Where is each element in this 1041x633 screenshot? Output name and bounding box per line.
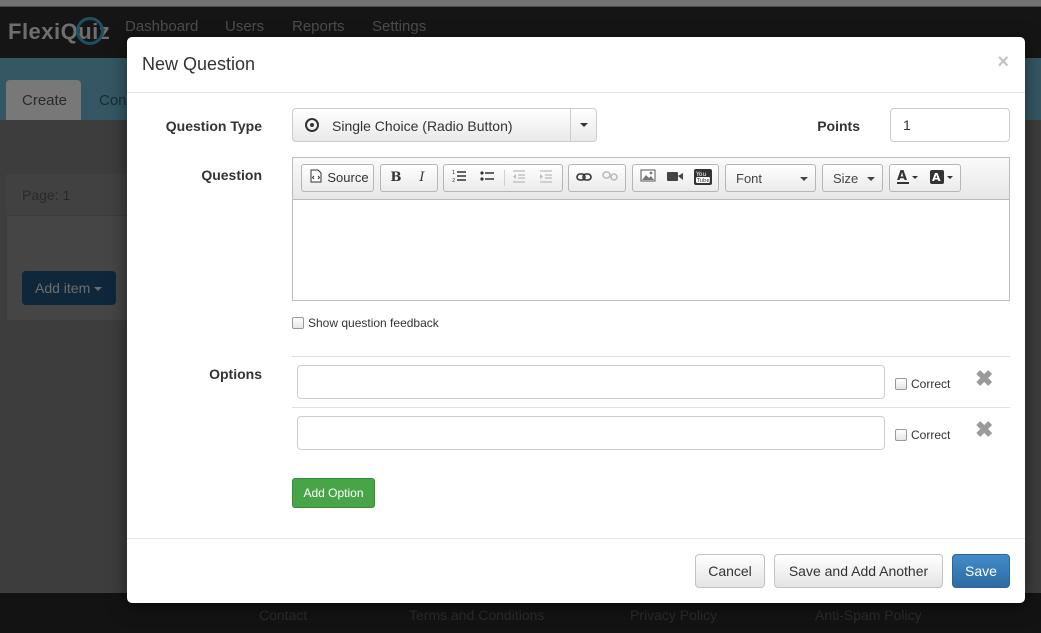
close-icon[interactable]: ×: [997, 51, 1009, 74]
correct-option-2[interactable]: Correct: [895, 428, 950, 442]
rich-text-editor: Source B I 12 You Tube Font Size A A: [292, 157, 1010, 301]
question-text-area[interactable]: [293, 200, 1009, 300]
image-icon[interactable]: [639, 169, 657, 187]
correct-checkbox[interactable]: [895, 429, 907, 441]
correct-option-1[interactable]: Correct: [895, 377, 950, 391]
bold-button[interactable]: B: [387, 169, 405, 187]
outdent-icon[interactable]: [510, 169, 528, 187]
options-divider: [292, 356, 1010, 357]
option-input-1[interactable]: [297, 365, 885, 399]
save-button[interactable]: Save: [952, 554, 1010, 588]
option-input-2[interactable]: [297, 416, 885, 450]
svg-text:Tube: Tube: [696, 178, 711, 184]
svg-text:A: A: [932, 171, 941, 184]
question-type-label: Question Type: [165, 118, 262, 134]
remove-option-icon[interactable]: ✖: [975, 419, 993, 441]
svg-text:A: A: [897, 169, 907, 184]
cancel-button[interactable]: Cancel: [695, 554, 765, 588]
chevron-down-icon: [800, 177, 808, 181]
correct-checkbox[interactable]: [895, 378, 907, 390]
show-feedback-option[interactable]: Show question feedback: [292, 316, 439, 330]
numbered-list-icon[interactable]: 12: [450, 169, 468, 187]
svg-text:2: 2: [452, 178, 455, 183]
dropdown-toggle[interactable]: [570, 109, 596, 141]
add-option-button[interactable]: Add Option: [292, 478, 375, 508]
modal-header: New Question ×: [127, 37, 1025, 93]
show-feedback-checkbox[interactable]: [292, 317, 304, 329]
unlink-icon[interactable]: [601, 169, 619, 187]
link-icon[interactable]: [575, 169, 593, 187]
italic-button[interactable]: I: [413, 169, 431, 187]
size-select[interactable]: Size: [822, 164, 883, 192]
editor-toolbar: Source B I 12 You Tube Font Size A A: [293, 158, 1009, 200]
points-input[interactable]: [890, 108, 1010, 142]
youtube-icon[interactable]: You Tube: [693, 169, 713, 187]
svg-text:1: 1: [452, 170, 455, 176]
question-type-value: Single Choice (Radio Button): [332, 118, 513, 134]
source-button[interactable]: Source: [327, 169, 369, 187]
points-label: Points: [817, 118, 860, 134]
bulleted-list-icon[interactable]: [478, 169, 496, 187]
indent-icon[interactable]: [537, 169, 555, 187]
modal-title: New Question: [142, 54, 256, 74]
video-icon[interactable]: [666, 169, 684, 187]
chevron-down-icon: [867, 177, 875, 181]
remove-option-icon[interactable]: ✖: [975, 368, 993, 390]
save-and-add-another-button[interactable]: Save and Add Another: [774, 554, 943, 588]
show-feedback-label: Show question feedback: [308, 316, 439, 330]
question-label: Question: [201, 167, 262, 183]
options-label: Options: [209, 366, 262, 382]
chevron-down-icon: [580, 123, 588, 127]
background-color-icon[interactable]: A: [928, 169, 956, 187]
radio-button-icon: [305, 118, 319, 132]
text-color-icon[interactable]: A: [895, 169, 921, 187]
new-question-modal: New Question × Question Type Single Choi…: [127, 37, 1025, 603]
modal-footer-divider: [127, 538, 1025, 539]
question-type-select[interactable]: Single Choice (Radio Button): [292, 108, 597, 142]
svg-text:You: You: [695, 171, 707, 178]
source-icon[interactable]: [309, 169, 323, 187]
font-select[interactable]: Font: [725, 164, 816, 192]
options-divider: [292, 407, 1010, 408]
